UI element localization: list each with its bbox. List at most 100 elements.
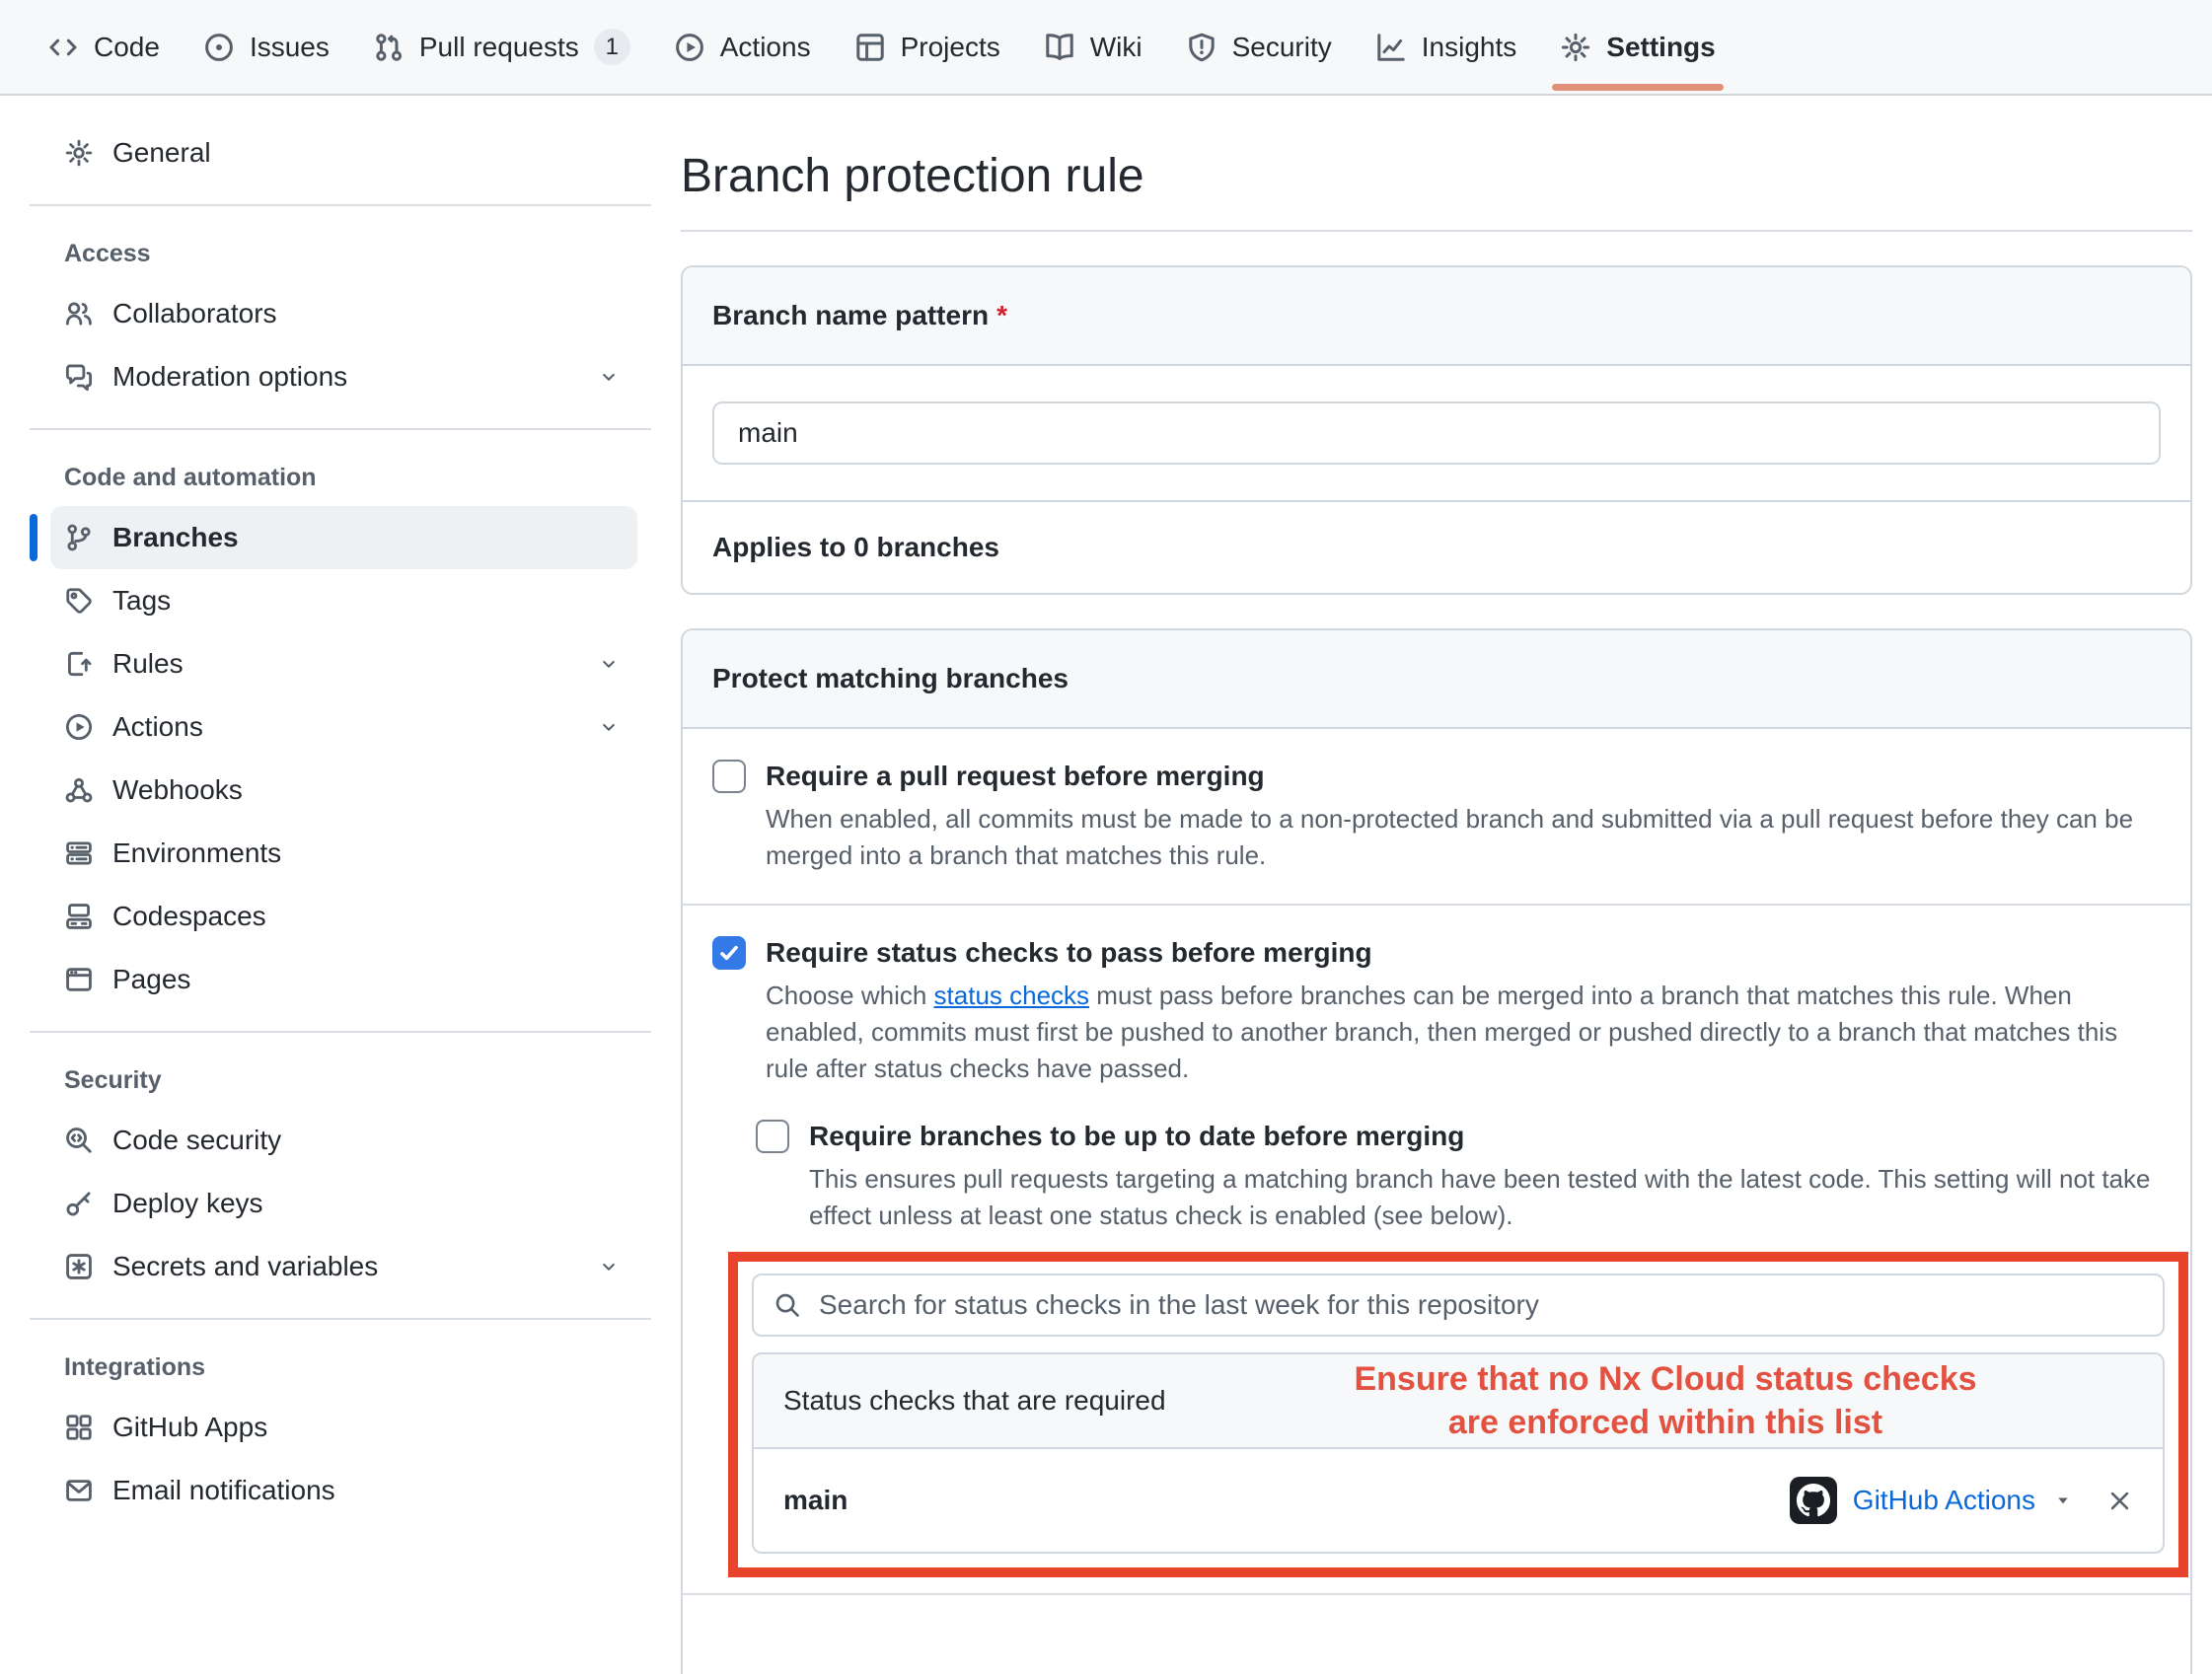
status-checks-search-input[interactable] — [752, 1274, 2165, 1337]
tab-insights[interactable]: Insights — [1354, 0, 1539, 94]
check-icon — [717, 941, 741, 965]
rule-row-status-checks: Require status checks to pass before mer… — [683, 906, 2190, 1625]
sidebar-item-label: General — [112, 137, 211, 169]
server-icon — [64, 838, 94, 868]
github-mark-icon — [1797, 1484, 1830, 1517]
mail-icon — [64, 1476, 94, 1505]
sidebar-item-label: Email notifications — [112, 1475, 335, 1506]
branch-name-pattern-card: Branch name pattern* Applies to 0 branch… — [681, 265, 2192, 595]
sidebar-item-github-apps[interactable]: GitHub Apps — [50, 1396, 637, 1459]
shield-icon — [1186, 32, 1217, 63]
sidebar-item-environments[interactable]: Environments — [50, 822, 637, 885]
sidebar-section-integrations: Integrations — [30, 1340, 651, 1396]
people-icon — [64, 299, 94, 328]
sidebar-item-pages[interactable]: Pages — [50, 948, 637, 1011]
issue-icon — [203, 32, 235, 63]
sidebar-item-code-security[interactable]: Code security — [50, 1109, 637, 1172]
page-title: Branch protection rule — [681, 147, 2192, 232]
sidebar-item-label: Webhooks — [112, 774, 243, 806]
tab-security[interactable]: Security — [1164, 0, 1354, 94]
chevron-down-icon — [598, 366, 620, 388]
branch-name-pattern-body — [683, 366, 2190, 500]
browser-icon — [64, 965, 94, 994]
required-status-checks-panel: Status checks that are required Ensure t… — [752, 1352, 2165, 1554]
tab-label: Code — [94, 32, 160, 63]
rule-row-up-to-date: Require branches to be up to date before… — [756, 1117, 2161, 1234]
sidebar-section-code-and-automation: Code and automation — [30, 450, 651, 506]
tab-pull-requests[interactable]: Pull requests 1 — [351, 0, 652, 94]
sidebar-divider — [30, 1031, 651, 1033]
sidebar-item-webhooks[interactable]: Webhooks — [50, 759, 637, 822]
sidebar-item-label: Branches — [112, 522, 239, 553]
tab-actions[interactable]: Actions — [652, 0, 833, 94]
github-actions-avatar — [1790, 1477, 1837, 1524]
rule-label: Require status checks to pass before mer… — [766, 933, 2161, 973]
protect-matching-branches-card: Protect matching branches Require a pull… — [681, 628, 2192, 1674]
chevron-down-icon — [598, 716, 620, 738]
caret-down-icon[interactable] — [2053, 1491, 2073, 1510]
required-status-checks-panel-header: Status checks that are required Ensure t… — [754, 1354, 2163, 1449]
sidebar-item-email-notifications[interactable]: Email notifications — [50, 1459, 637, 1522]
play-icon — [674, 32, 705, 63]
sidebar-item-codespaces[interactable]: Codespaces — [50, 885, 637, 948]
sidebar-item-moderation-options[interactable]: Moderation options — [50, 345, 637, 408]
sidebar-item-label: Tags — [112, 585, 171, 617]
sidebar-item-actions[interactable]: Actions — [50, 695, 637, 759]
tab-label: Issues — [250, 32, 330, 63]
status-checks-link[interactable]: status checks — [934, 981, 1090, 1010]
tab-settings[interactable]: Settings — [1538, 0, 1736, 94]
sidebar-item-rules[interactable]: Rules — [50, 632, 637, 695]
sidebar-item-collaborators[interactable]: Collaborators — [50, 282, 637, 345]
rules-icon — [64, 649, 94, 679]
remove-status-check-button[interactable] — [2106, 1488, 2133, 1514]
sidebar-item-label: GitHub Apps — [112, 1412, 267, 1443]
git-branch-icon — [64, 523, 94, 552]
tab-wiki[interactable]: Wiki — [1022, 0, 1164, 94]
chevron-down-icon — [598, 1256, 620, 1277]
branch-name-pattern-input[interactable] — [712, 401, 2161, 465]
sidebar-item-branches[interactable]: Branches — [50, 506, 637, 569]
settings-sidebar: General Access Collaborators Moderation … — [30, 96, 651, 1522]
search-icon — [774, 1291, 801, 1319]
sidebar-item-deploy-keys[interactable]: Deploy keys — [50, 1172, 637, 1235]
rule-description: When enabled, all commits must be made t… — [766, 801, 2161, 874]
table-icon — [854, 32, 886, 63]
sidebar-item-label: Deploy keys — [112, 1188, 263, 1219]
annotation-text: Ensure that no Nx Cloud status checks ar… — [1287, 1357, 2044, 1444]
sidebar-divider — [30, 428, 651, 430]
require-up-to-date-checkbox[interactable] — [756, 1120, 789, 1153]
sidebar-item-tags[interactable]: Tags — [50, 569, 637, 632]
sidebar-divider — [30, 1318, 651, 1320]
code-scan-icon — [64, 1126, 94, 1155]
active-tab-underline — [1552, 84, 1723, 91]
codespaces-icon — [64, 902, 94, 931]
branch-name-pattern-header: Branch name pattern* — [683, 267, 2190, 366]
tab-label: Insights — [1422, 32, 1517, 63]
description-text: Choose which — [766, 981, 934, 1010]
asterisk-box-icon — [64, 1252, 94, 1281]
sidebar-item-label: Codespaces — [112, 901, 266, 932]
tab-code[interactable]: Code — [26, 0, 182, 94]
tab-issues[interactable]: Issues — [182, 0, 351, 94]
tab-projects[interactable]: Projects — [833, 0, 1022, 94]
sidebar-item-label: Rules — [112, 648, 184, 680]
protect-matching-branches-header: Protect matching branches — [683, 630, 2190, 729]
sidebar-section-security: Security — [30, 1053, 651, 1109]
sidebar-item-secrets-and-variables[interactable]: Secrets and variables — [50, 1235, 637, 1298]
comment-discussion-icon — [64, 362, 94, 392]
rule-description: Choose which status checks must pass bef… — [766, 978, 2161, 1087]
sidebar-item-general[interactable]: General — [50, 121, 637, 184]
apps-icon — [64, 1413, 94, 1442]
require-status-checks-checkbox[interactable] — [712, 936, 746, 970]
github-actions-app-link[interactable]: GitHub Actions — [1853, 1485, 2035, 1516]
settings-content: Branch protection rule Branch name patte… — [681, 96, 2192, 1674]
require-pull-request-checkbox[interactable] — [712, 760, 746, 793]
sidebar-item-label: Actions — [112, 711, 203, 743]
rule-label: Require branches to be up to date before… — [809, 1117, 2161, 1156]
book-icon — [1044, 32, 1075, 63]
code-icon — [47, 32, 79, 63]
key-icon — [64, 1189, 94, 1218]
tab-label: Actions — [720, 32, 811, 63]
rule-label: Require a pull request before merging — [766, 757, 2161, 796]
status-check-row: main GitHub Actions — [754, 1449, 2163, 1552]
